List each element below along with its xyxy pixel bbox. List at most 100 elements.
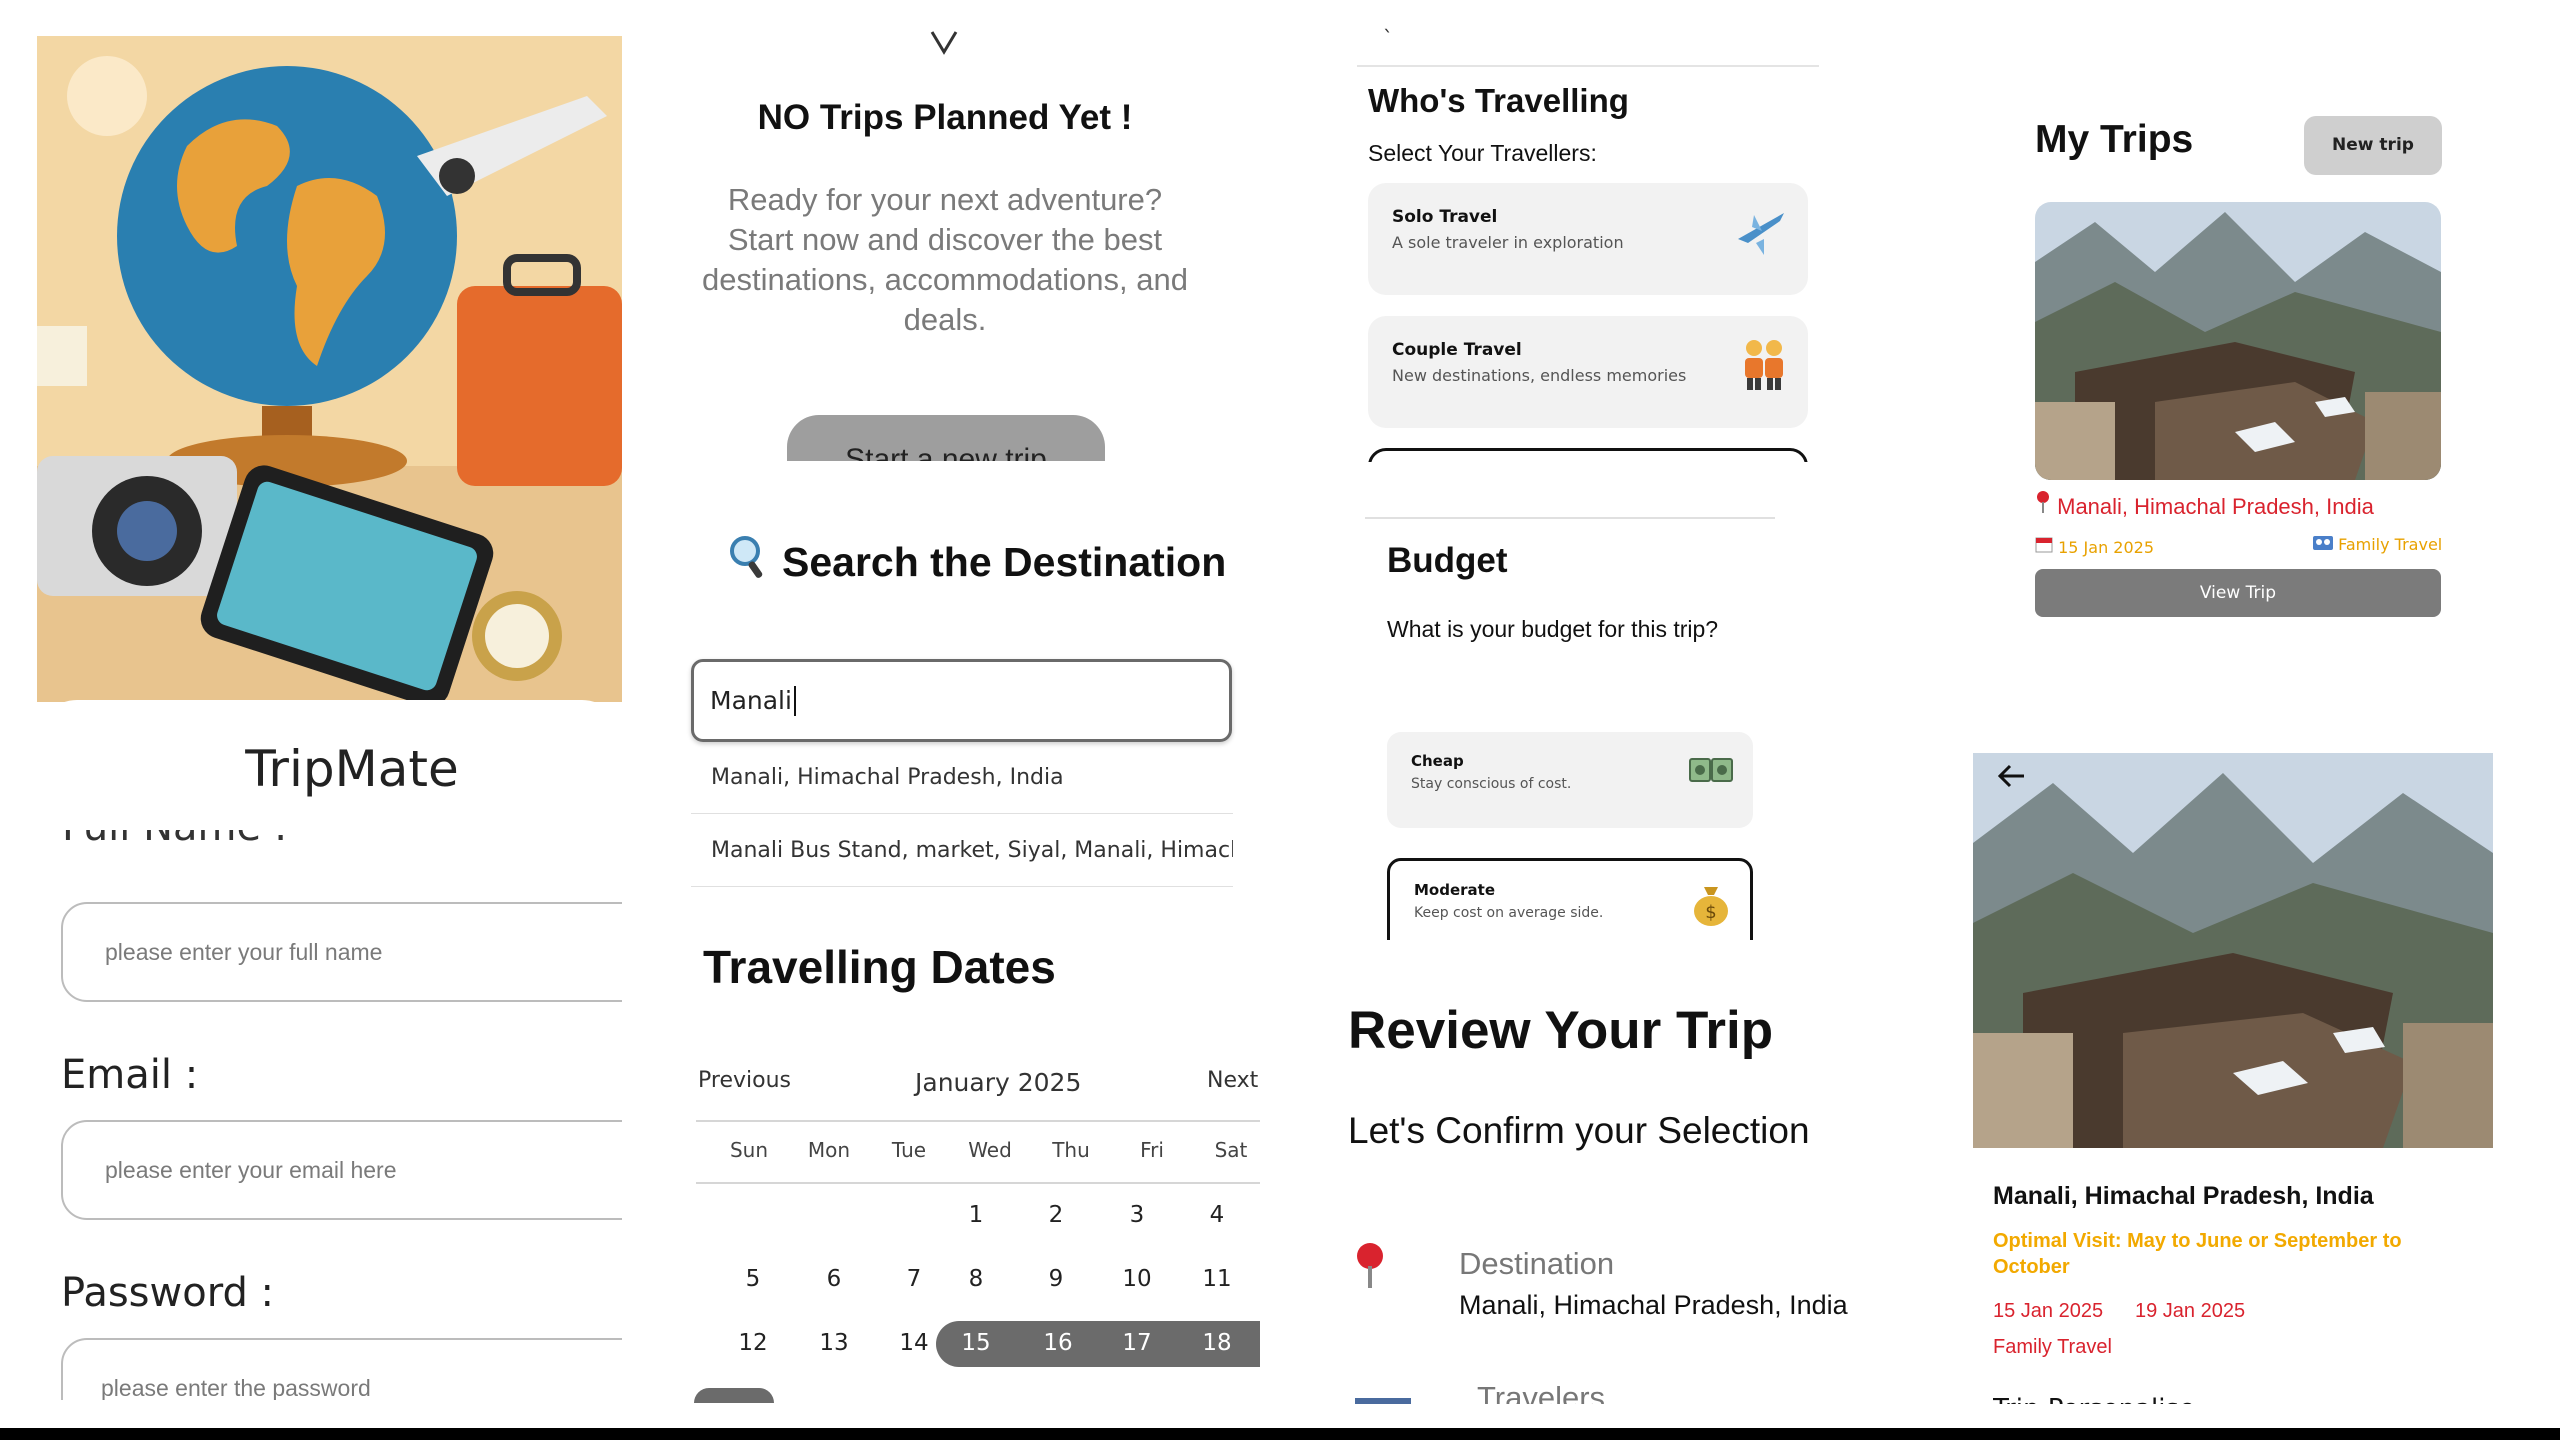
couple-icon — [1740, 338, 1788, 403]
weekday-label: Thu — [1052, 1138, 1090, 1162]
travellers-subtitle: Select Your Travellers: — [1368, 140, 1597, 166]
svg-text:$: $ — [1705, 902, 1716, 923]
travelers-label: Travelers — [1477, 1380, 1606, 1404]
travelling-dates-title: Travelling Dates — [703, 941, 1056, 993]
calendar: Previous January 2025 Next Sun Mon Tue W… — [690, 1058, 1260, 1403]
search-input-value: Manali — [710, 686, 792, 715]
trip-start-date: 15 Jan 2025 — [1993, 1300, 2104, 1322]
budget-option-cheap[interactable]: Cheap Stay conscious of cost. — [1387, 732, 1753, 828]
view-trip-button[interactable]: View Trip — [2035, 569, 2441, 617]
traveller-option-couple[interactable]: Couple Travel New destinations, endless … — [1368, 316, 1808, 428]
password-label: Password : — [61, 1270, 275, 1316]
calendar-day-selected[interactable]: 18 — [1177, 1330, 1257, 1356]
start-new-trip-button[interactable]: Start a new trip — [787, 415, 1105, 461]
option-title: Couple Travel — [1392, 340, 1522, 360]
screen-bottom-bar — [0, 1428, 2560, 1440]
calendar-day[interactable]: 6 — [794, 1266, 874, 1292]
signup-form: Full Name : please enter your full name … — [37, 830, 622, 1400]
traveller-option-selected-cut[interactable] — [1368, 448, 1808, 462]
calendar-day[interactable]: 10 — [1097, 1266, 1177, 1292]
chevron-down-icon — [928, 28, 960, 66]
my-trips-title: My Trips — [2035, 118, 2194, 161]
travel-illustration-icon — [37, 36, 622, 702]
trip-date: 15 Jan 2025 — [2035, 535, 2154, 557]
airplane-icon — [1734, 205, 1788, 270]
location-pin-icon — [2035, 491, 2057, 519]
magnifier-icon — [728, 534, 768, 590]
option-description: Stay conscious of cost. — [1411, 776, 1572, 792]
no-trips-title: NO Trips Planned Yet ! — [757, 98, 1133, 137]
review-title: Review Your Trip — [1348, 1001, 1774, 1060]
budget-option-moderate[interactable]: Moderate Keep cost on average side. $ — [1387, 858, 1753, 940]
trip-detail-image — [1973, 753, 2493, 1148]
weekday-label: Mon — [807, 1138, 851, 1162]
calendar-previous-button[interactable]: Previous — [698, 1068, 791, 1093]
traveller-option-solo[interactable]: Solo Travel A sole traveler in explorati… — [1368, 183, 1808, 295]
travelers-row-cut: Travelers — [1355, 1380, 1875, 1404]
weekday-label: Tue — [891, 1138, 927, 1162]
budget-question: What is your budget for this trip? — [1387, 616, 1719, 642]
calendar-day-selected[interactable]: 16 — [1018, 1330, 1098, 1356]
password-input[interactable]: please enter the password — [61, 1338, 622, 1400]
destination-label: Destination — [1459, 1246, 1615, 1281]
trip-location-text: Manali, Himachal Pradesh, India — [2057, 494, 2374, 519]
option-title: Cheap — [1411, 752, 1464, 770]
calendar-divider — [696, 1182, 1260, 1184]
calendar-day[interactable]: 12 — [713, 1330, 793, 1356]
trip-date-text: 15 Jan 2025 — [2058, 538, 2155, 557]
calendar-icon — [2035, 537, 2058, 557]
trip-personalise-label: Trip Personalise — [1993, 1394, 2393, 1404]
search-heading: Search the Destination — [728, 534, 1226, 590]
suggestion-item[interactable]: Manali Bus Stand, market, Siyal, Manali,… — [691, 815, 1233, 887]
divider — [1365, 517, 1775, 519]
calendar-day[interactable]: 2 — [1016, 1202, 1096, 1228]
trip-personalise-cut: Trip Personalise — [1993, 1394, 2393, 1404]
scroll-tick-icon: ` — [1383, 26, 1393, 50]
family-icon — [2313, 535, 2338, 554]
calendar-day-selected-cut — [694, 1388, 774, 1403]
calendar-day[interactable]: 9 — [1016, 1266, 1096, 1292]
option-title: Solo Travel — [1392, 207, 1498, 227]
calendar-day[interactable]: 11 — [1177, 1266, 1257, 1292]
option-description: New destinations, endless memories — [1392, 366, 1687, 385]
calendar-day[interactable]: 8 — [936, 1266, 1016, 1292]
calendar-day[interactable]: 1 — [936, 1202, 1016, 1228]
review-subtitle: Let's Confirm your Selection — [1348, 1110, 1810, 1151]
calendar-day[interactable]: 5 — [713, 1266, 793, 1292]
suggestion-item[interactable]: Manali, Himachal Pradesh, India — [691, 742, 1233, 814]
trip-type-text: Family Travel — [2338, 535, 2443, 554]
fullname-input[interactable]: please enter your full name — [61, 902, 622, 1002]
travellers-title: Who's Travelling — [1368, 82, 1629, 119]
weekday-label: Wed — [968, 1138, 1012, 1162]
trip-image[interactable] — [2035, 202, 2441, 480]
calendar-day-selected[interactable]: 17 — [1097, 1330, 1177, 1356]
budget-option-moderate-clip: Moderate Keep cost on average side. $ — [1387, 858, 1753, 940]
calendar-day-selected[interactable]: 15 — [936, 1330, 1016, 1356]
divider — [1357, 65, 1819, 67]
no-trips-description: Ready for your next adventure? Start now… — [702, 182, 1188, 337]
trip-type: Family Travel — [2313, 535, 2442, 554]
calendar-month: January 2025 — [915, 1068, 1082, 1097]
option-description: A sole traveler in exploration — [1392, 233, 1624, 252]
calendar-next-button[interactable]: Next — [1207, 1068, 1258, 1093]
money-bag-icon: $ — [1692, 883, 1730, 936]
trip-detail-type: Family Travel — [1993, 1336, 2112, 1358]
search-title: Search the Destination — [782, 538, 1227, 585]
calendar-day[interactable]: 3 — [1097, 1202, 1177, 1228]
hero-travel-illustration — [37, 36, 622, 702]
option-title: Moderate — [1414, 881, 1496, 899]
fullname-label: Full Name : — [62, 830, 287, 850]
weekday-label: Sun — [729, 1138, 769, 1162]
text-caret — [793, 685, 796, 716]
calendar-day[interactable]: 4 — [1177, 1202, 1257, 1228]
back-arrow-icon[interactable] — [1996, 762, 2026, 797]
email-label: Email : — [61, 1052, 199, 1098]
email-input[interactable]: please enter your email here — [61, 1120, 622, 1220]
trip-end-date: 19 Jan 2025 — [2135, 1300, 2246, 1322]
trip-detail-title: Manali, Himachal Pradesh, India — [1993, 1182, 2374, 1210]
destination-search-input[interactable]: Manali — [691, 659, 1232, 742]
calendar-divider — [696, 1120, 1260, 1122]
new-trip-button[interactable]: New trip — [2304, 116, 2442, 175]
calendar-day[interactable]: 13 — [794, 1330, 874, 1356]
budget-title: Budget — [1387, 541, 1508, 580]
